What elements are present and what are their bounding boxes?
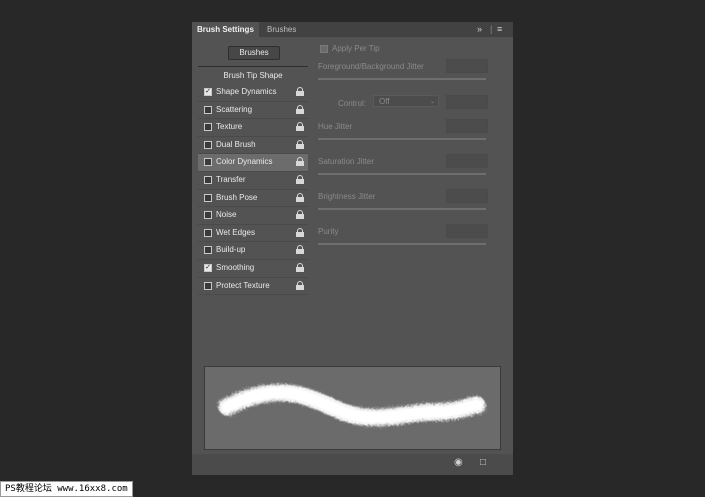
option-label: Noise: [216, 210, 237, 220]
control-value-field[interactable]: [446, 95, 488, 109]
control-select[interactable]: Off ⌄: [373, 95, 439, 107]
lock-icon[interactable]: [296, 157, 304, 167]
brightness-jitter-field[interactable]: [446, 189, 488, 203]
option-label: Dual Brush: [216, 139, 256, 149]
tab-divider: |: [490, 24, 493, 34]
apply-per-tip-label: Apply Per Tip: [332, 44, 380, 54]
tab-brushes[interactable]: Brushes: [262, 22, 301, 37]
brush-option-item[interactable]: Shape Dynamics: [198, 84, 308, 102]
chevron-down-icon: ⌄: [429, 99, 435, 105]
option-checkbox[interactable]: [204, 123, 212, 132]
option-label: Texture: [216, 122, 243, 132]
brush-stroke-image: [218, 384, 486, 426]
brightness-jitter-slider[interactable]: [318, 208, 486, 210]
new-brush-icon[interactable]: □: [480, 457, 486, 468]
tab-bar: Brush Settings Brushes » | ≡: [192, 22, 513, 37]
lock-icon[interactable]: [296, 139, 304, 149]
brush-option-item[interactable]: Brush Pose: [198, 190, 308, 208]
saturation-jitter-label: Saturation Jitter: [318, 157, 375, 166]
option-label: Shape Dynamics: [216, 87, 277, 96]
panel-menu-icon[interactable]: ≡: [497, 22, 502, 37]
saturation-jitter-field[interactable]: [446, 154, 488, 168]
option-label: Smoothing: [216, 262, 255, 272]
divider: [198, 66, 308, 67]
option-label: Wet Edges: [216, 227, 255, 237]
brush-options-list: Brush Tip Shape Shape Dynamics Scattering…: [198, 68, 308, 296]
option-checkbox[interactable]: [204, 193, 212, 202]
brush-option-item[interactable]: Dual Brush: [198, 137, 308, 155]
option-checkbox[interactable]: [204, 105, 212, 114]
option-checkbox[interactable]: [204, 211, 212, 220]
purity-slider[interactable]: [318, 243, 486, 245]
toggle-preview-icon[interactable]: ◉: [454, 457, 463, 468]
brush-stroke-preview: [204, 366, 501, 450]
option-checkbox[interactable]: [204, 88, 212, 96]
option-checkbox[interactable]: [204, 281, 212, 290]
saturation-jitter-slider[interactable]: [318, 173, 486, 175]
option-label: Build-up: [216, 245, 246, 255]
lock-icon[interactable]: [296, 87, 304, 96]
brush-option-item[interactable]: Build-up: [198, 242, 308, 260]
brush-option-item[interactable]: Smoothing: [198, 260, 308, 278]
brightness-jitter-label: Brightness Jitter: [318, 192, 376, 201]
brushes-button[interactable]: Brushes: [228, 46, 280, 60]
lock-icon[interactable]: [296, 262, 304, 272]
lock-icon[interactable]: [296, 192, 304, 202]
lock-icon[interactable]: [296, 104, 304, 114]
option-checkbox[interactable]: [204, 140, 212, 149]
fg-bg-jitter-slider[interactable]: [318, 78, 486, 80]
brush-tip-shape-item[interactable]: Brush Tip Shape: [198, 68, 308, 84]
option-label: Brush Pose: [216, 192, 258, 202]
purity-label: Purity: [318, 227, 339, 236]
fg-bg-jitter-label: Foreground/Background Jitter: [318, 62, 424, 71]
lock-icon[interactable]: [296, 122, 304, 132]
brush-option-item[interactable]: Texture: [198, 119, 308, 137]
lock-icon[interactable]: [296, 245, 304, 255]
lock-icon[interactable]: [296, 227, 304, 237]
brush-option-item[interactable]: Wet Edges: [198, 225, 308, 243]
brush-settings-panel: Brush Settings Brushes » | ≡ Brushes Bru…: [192, 22, 513, 475]
option-checkbox[interactable]: [204, 158, 212, 167]
option-label: Scattering: [216, 104, 253, 114]
lock-icon[interactable]: [296, 174, 304, 184]
hue-jitter-slider[interactable]: [318, 138, 486, 140]
lock-icon[interactable]: [296, 280, 304, 290]
hue-jitter-label: Hue Jitter: [318, 122, 353, 131]
option-checkbox[interactable]: [204, 246, 212, 255]
option-label: Protect Texture: [216, 280, 270, 290]
brush-option-item[interactable]: Transfer: [198, 172, 308, 190]
tab-brush-settings[interactable]: Brush Settings: [192, 22, 259, 37]
option-label: Transfer: [216, 174, 246, 184]
brush-option-item[interactable]: Noise: [198, 207, 308, 225]
control-select-value: Off: [379, 97, 390, 106]
hue-jitter-field[interactable]: [446, 119, 488, 133]
option-checkbox[interactable]: [204, 175, 212, 184]
panel-bottom-bar: ◉ □: [192, 454, 513, 475]
watermark: PS教程论坛 www.16xx8.com: [0, 481, 133, 497]
control-label: Control:: [338, 99, 367, 108]
purity-field[interactable]: [446, 224, 488, 238]
lock-icon[interactable]: [296, 210, 304, 220]
brush-option-item[interactable]: Protect Texture: [198, 278, 308, 296]
brush-option-item[interactable]: Scattering: [198, 102, 308, 120]
fg-bg-jitter-field[interactable]: [446, 59, 488, 73]
apply-per-tip-checkbox[interactable]: [320, 44, 328, 53]
option-label: Color Dynamics: [216, 157, 273, 167]
option-checkbox[interactable]: [204, 263, 212, 272]
option-checkbox[interactable]: [204, 228, 212, 237]
expand-panel-icon[interactable]: »: [477, 22, 482, 37]
apply-per-tip-option[interactable]: Apply Per Tip: [316, 44, 380, 53]
brush-option-item[interactable]: Color Dynamics: [198, 154, 308, 172]
